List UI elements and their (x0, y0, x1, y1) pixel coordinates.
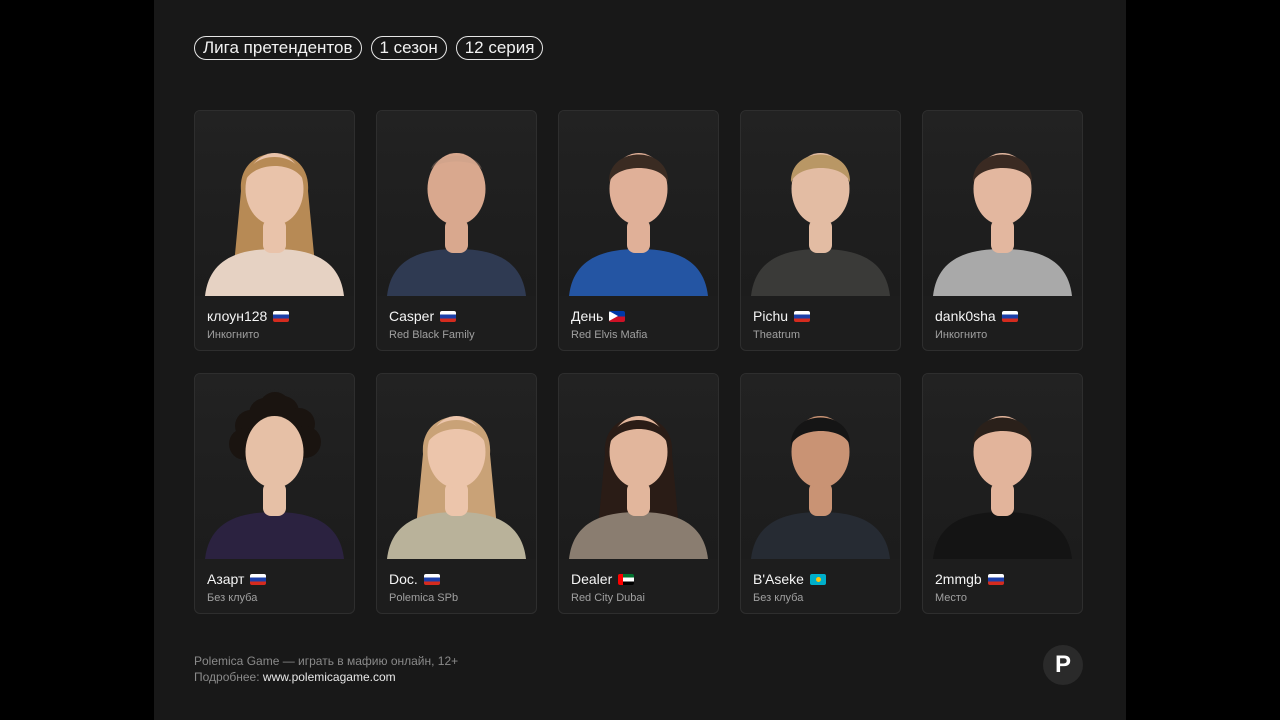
player-club: Red Black Family (389, 329, 475, 341)
player-club: Red City Dubai (571, 592, 645, 604)
player-photo (195, 374, 354, 559)
player-nickname: dank0sha (935, 308, 996, 324)
tag-season: 1 сезон (370, 36, 447, 60)
country-flag-icon (609, 310, 626, 322)
country-flag-icon (618, 573, 635, 585)
player-photo (923, 374, 1082, 559)
player-nickname: клоун128 (207, 308, 268, 324)
player-photo (195, 111, 354, 296)
player-card-4: Pichu Theatrum (740, 110, 901, 351)
country-flag-icon (987, 573, 1004, 585)
country-flag-icon (440, 310, 457, 322)
tag-series: 12 серия (455, 36, 544, 60)
country-flag-icon (794, 310, 811, 322)
footer-more: Подробнее: www.polemicagame.com (194, 669, 458, 685)
country-flag-icon (273, 310, 290, 322)
player-club: Polemica SPb (389, 592, 459, 604)
player-card-8: Dealer Red City Dubai (558, 373, 719, 614)
polemica-logo: P (1043, 645, 1083, 685)
player-card-1: клоун128 Инкогнито (194, 110, 355, 351)
footer-tagline: Polemica Game — играть в мафию онлайн, 1… (194, 654, 459, 668)
player-photo (559, 111, 718, 296)
player-nickname: День (571, 308, 604, 324)
player-nickname: Dealer (571, 571, 613, 587)
player-nickname: Casper (389, 308, 435, 324)
player-club: Без клуба (753, 592, 804, 604)
player-photo (741, 111, 900, 296)
website-link[interactable]: www.polemicagame.com (263, 670, 396, 684)
player-club: Инкогнито (207, 329, 260, 341)
player-photo (559, 374, 718, 559)
tag-list: Лига претендентов 1 сезон 12 серия (194, 36, 544, 60)
footer-more-label: Подробнее: (194, 670, 263, 684)
player-card-6: Азарт Без клуба (194, 373, 355, 614)
player-nickname: Doc. (389, 571, 418, 587)
country-flag-icon (809, 573, 826, 585)
country-flag-icon (1001, 310, 1018, 322)
player-card-2: Casper Red Black Family (376, 110, 537, 351)
player-card-7: Doc. Polemica SPb (376, 373, 537, 614)
player-nickname: Pichu (753, 308, 789, 324)
footer: Polemica Game — играть в мафию онлайн, 1… (194, 653, 458, 685)
player-club: Theatrum (753, 329, 801, 341)
player-club: Место (935, 592, 967, 604)
player-nickname: 2mmgb (935, 571, 982, 587)
player-photo (923, 111, 1082, 296)
tag-league: Лига претендентов (194, 36, 362, 60)
player-club: Без клуба (207, 592, 258, 604)
country-flag-icon (250, 573, 267, 585)
player-card-9: B'Aseke Без клуба (740, 373, 901, 614)
player-nickname: B'Aseke (753, 571, 804, 587)
player-club: Red Elvis Mafia (571, 329, 648, 341)
player-photo (377, 111, 536, 296)
player-card-3: День Red Elvis Mafia (558, 110, 719, 351)
players-grid: клоун128 Инкогнито Casper Red Black Fami… (194, 110, 1083, 614)
country-flag-icon (423, 573, 440, 585)
player-club: Инкогнито (935, 329, 988, 341)
player-card-10: 2mmgb Место (922, 373, 1083, 614)
player-card-5: dank0sha Инкогнито (922, 110, 1083, 351)
player-photo (741, 374, 900, 559)
player-nickname: Азарт (207, 571, 245, 587)
player-photo (377, 374, 536, 559)
slide: Лига претендентов 1 сезон 12 серия клоун… (154, 0, 1126, 720)
